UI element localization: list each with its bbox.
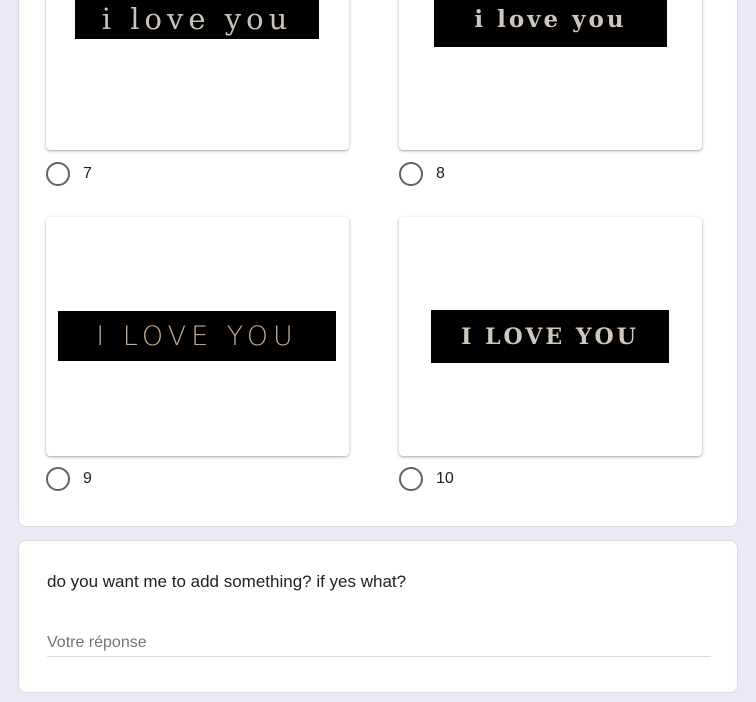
option-image-text-7: i love you [101, 2, 293, 36]
radio-label-7: 7 [83, 165, 92, 182]
option-row-7[interactable]: 7 [46, 162, 92, 186]
answer-input[interactable] [47, 629, 711, 657]
radio-option-9[interactable] [46, 467, 70, 491]
option-image-text-8: i love you [474, 6, 627, 33]
option-row-10[interactable]: 10 [399, 467, 454, 491]
option-image-banner-10: I LOVE YOU [431, 310, 669, 363]
option-image-9[interactable]: I LOVE YOU [46, 217, 349, 456]
short-answer-question-card: do you want me to add something? if yes … [18, 540, 738, 693]
radio-option-7[interactable] [46, 162, 70, 186]
option-row-8[interactable]: 8 [399, 162, 445, 186]
option-image-text-10: I LOVE YOU [461, 323, 639, 350]
question-title: do you want me to add something? if yes … [47, 572, 407, 591]
option-image-7[interactable]: i love you [46, 0, 349, 150]
radio-label-10: 10 [436, 470, 454, 487]
option-image-banner-9: I LOVE YOU [58, 311, 336, 361]
radio-label-9: 9 [83, 470, 92, 487]
option-row-9[interactable]: 9 [46, 467, 92, 491]
option-image-banner-7: i love you [75, 0, 319, 39]
option-image-banner-8: i love you [434, 0, 667, 47]
radio-option-10[interactable] [399, 467, 423, 491]
radio-label-8: 8 [436, 165, 445, 182]
option-image-10[interactable]: I LOVE YOU [399, 217, 702, 456]
radio-option-8[interactable] [399, 162, 423, 186]
option-image-8[interactable]: i love you [399, 0, 702, 150]
option-image-text-9: I LOVE YOU [96, 320, 298, 352]
choice-grid-card: i love you 7 i love you 8 I LOVE YOU 9 I… [18, 0, 738, 527]
